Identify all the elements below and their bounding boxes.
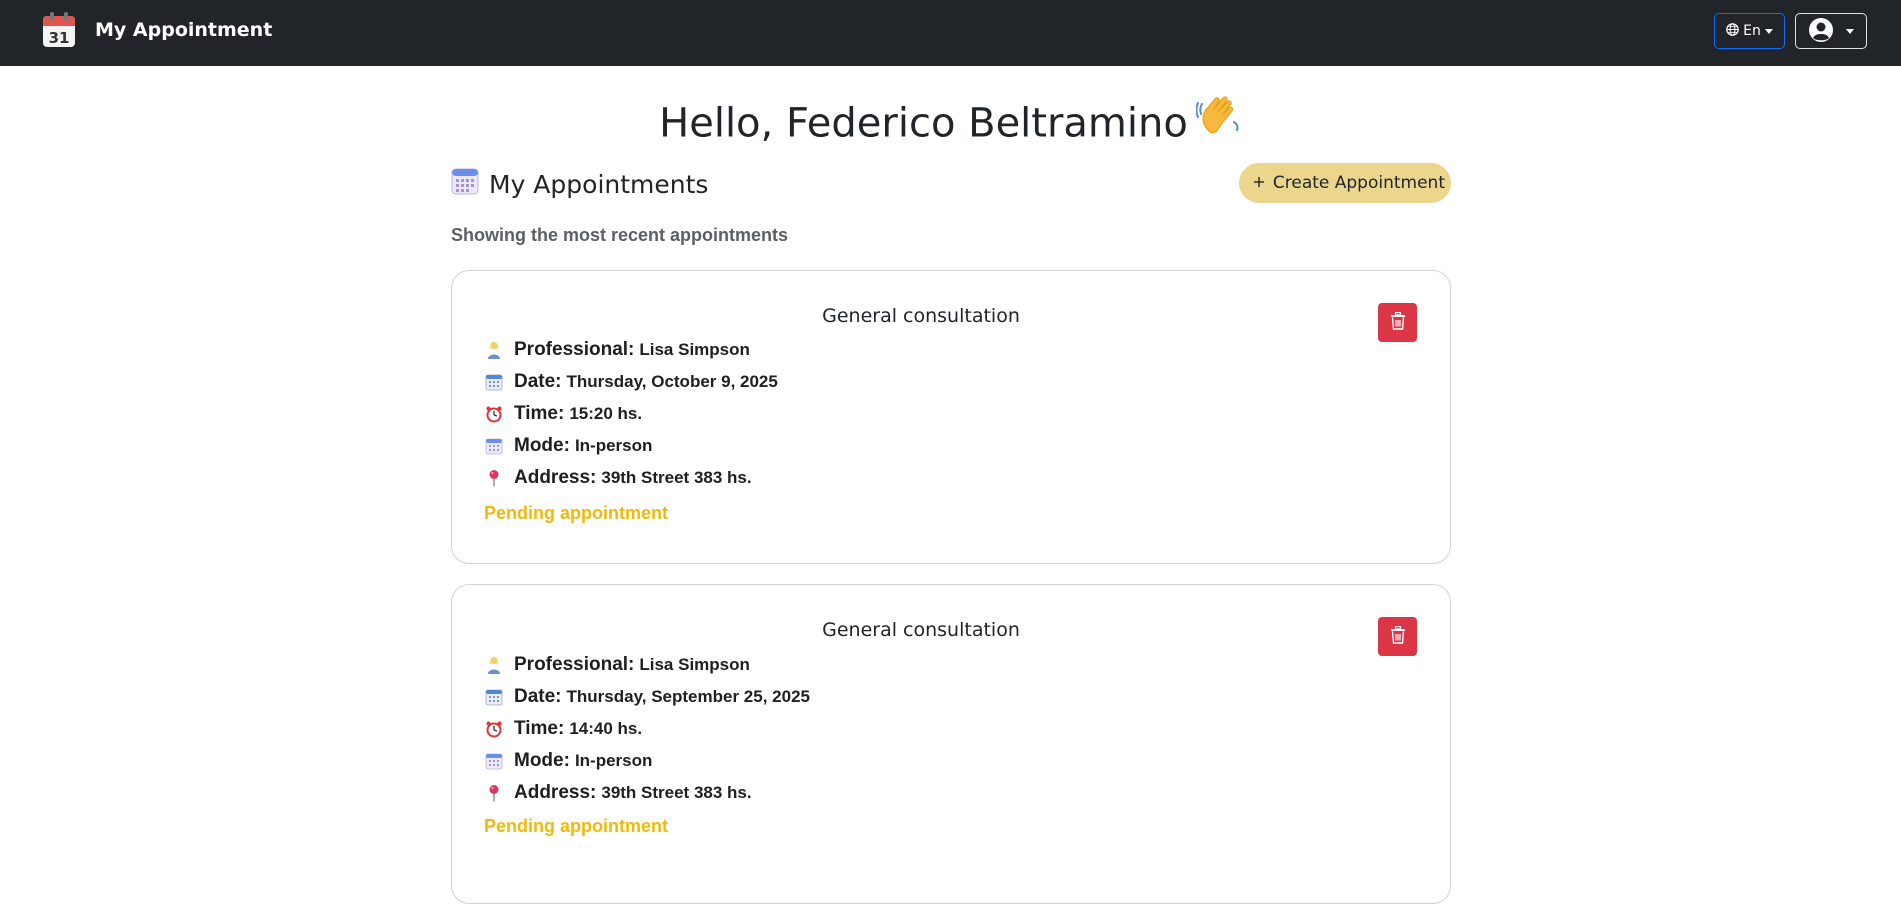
section-title: My Appointments [451, 167, 708, 201]
alarm-clock-icon [484, 405, 504, 423]
waving-hand-icon [1195, 92, 1242, 151]
brand-link[interactable]: 31 My Appointment [42, 12, 272, 48]
brand-title: My Appointment [95, 19, 273, 41]
person-icon [484, 341, 504, 359]
user-circle-icon [1808, 17, 1834, 46]
date-label: Date: [514, 686, 562, 707]
status-badge: Pending appointment [484, 503, 668, 523]
appointments-header: My Appointments Create Appointment [451, 163, 1451, 205]
greeting-text: Hello, Federico Beltramino [659, 100, 1188, 147]
address-label: Address: [514, 782, 597, 803]
calendar-icon [484, 437, 504, 455]
address-value: 39th Street 383 hs. [601, 468, 752, 487]
time-label: Time: [514, 403, 565, 424]
detail-mode: Mode: In-person [484, 435, 652, 457]
create-appointment-button[interactable]: Create Appointment [1238, 163, 1451, 203]
detail-address: Address: 39th Street 383 hs. [484, 467, 752, 489]
delete-appointment-button[interactable] [1378, 303, 1417, 342]
detail-time: Time: 15:20 hs. [484, 403, 642, 425]
calendar-31-icon: 31 [42, 12, 76, 48]
trash-icon [1390, 625, 1406, 647]
detail-professional: Professional: Lisa Simpson [484, 654, 750, 676]
trash-icon [1390, 311, 1406, 333]
calendar-icon [484, 373, 504, 391]
delete-appointment-button[interactable] [1378, 617, 1417, 656]
mode-label: Mode: [514, 750, 570, 771]
detail-professional: Professional: Lisa Simpson [484, 339, 750, 361]
professional-value: Lisa Simpson [639, 655, 750, 674]
mode-value: In-person [574, 751, 653, 770]
calendar-icon [451, 167, 479, 201]
address-label: Address: [514, 467, 597, 488]
detail-time: Time: 14:40 hs. [484, 718, 642, 740]
detail-date: Date: Thursday, October 9, 2025 [484, 371, 778, 393]
chevron-down-icon [1846, 28, 1854, 34]
pin-icon [484, 469, 504, 487]
address-value: 39th Street 383 hs. [601, 783, 752, 802]
status-badge: Pending appointment [484, 816, 668, 836]
appointment-title: General consultation [822, 305, 1020, 327]
detail-mode: Mode: In-person [484, 750, 652, 772]
globe-icon [1726, 22, 1739, 40]
user-menu-button[interactable] [1795, 13, 1867, 49]
mode-label: Mode: [514, 435, 570, 456]
language-dropdown-button[interactable]: En [1714, 13, 1785, 49]
alarm-clock-icon [484, 720, 504, 738]
time-value: 14:40 hs. [569, 719, 643, 738]
professional-value: Lisa Simpson [639, 340, 750, 359]
section-title-text: My Appointments [489, 169, 709, 199]
navbar: 31 My Appointment En [0, 0, 1901, 66]
appointment-title: General consultation [822, 619, 1020, 641]
chevron-down-icon [1764, 28, 1773, 34]
time-value: 15:20 hs. [569, 404, 643, 423]
detail-address: Address: 39th Street 383 hs. [484, 782, 752, 804]
language-label: En [1743, 23, 1761, 39]
mode-value: In-person [574, 436, 653, 455]
calendar-icon [484, 688, 504, 706]
professional-label: Professional: [514, 654, 635, 675]
person-icon [484, 656, 504, 674]
date-value: Thursday, October 9, 2025 [566, 372, 778, 391]
greeting-heading: Hello, Federico Beltramino [0, 96, 1901, 155]
appointments-subtitle: Showing the most recent appointments [451, 225, 789, 245]
plus-icon [1253, 173, 1265, 193]
pin-icon [484, 784, 504, 802]
date-label: Date: [514, 371, 562, 392]
svg-text:31: 31 [49, 29, 70, 47]
calendar-icon [484, 752, 504, 770]
time-label: Time: [514, 718, 565, 739]
date-value: Thursday, September 25, 2025 [566, 687, 810, 706]
professional-label: Professional: [514, 339, 635, 360]
appointment-card: General consultation Professional: Lisa … [451, 584, 1451, 904]
detail-date: Date: Thursday, September 25, 2025 [484, 686, 810, 708]
appointment-card: General consultation Professional: Lisa … [451, 270, 1451, 564]
create-appointment-label: Create Appointment [1272, 173, 1445, 193]
